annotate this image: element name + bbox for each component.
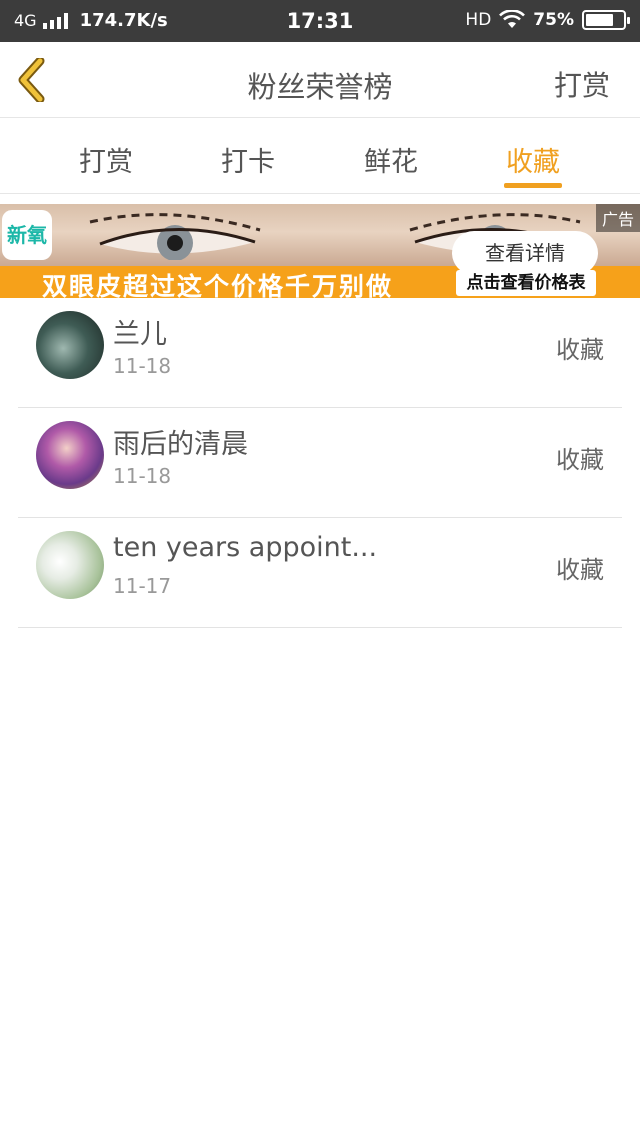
user-name: ten years appoint... xyxy=(113,532,378,563)
active-tab-indicator xyxy=(504,183,562,188)
item-action-label: 收藏 xyxy=(556,446,604,474)
user-name: 雨后的清晨 xyxy=(113,429,248,460)
battery-fill xyxy=(586,14,613,26)
reward-button[interactable]: 打赏 xyxy=(554,64,610,104)
avatar xyxy=(36,311,104,379)
status-right: HD 75% xyxy=(465,10,630,30)
item-date: 11-18 xyxy=(113,464,172,488)
list-item[interactable]: ten years appoint... 11-17 收藏 xyxy=(18,518,622,628)
tab-reward[interactable]: 打赏 xyxy=(46,140,166,179)
ad-price-button[interactable]: 点击查看价格表 xyxy=(456,270,596,296)
favorites-list: 兰儿 11-18 收藏 雨后的清晨 11-18 收藏 ten years app… xyxy=(18,298,622,628)
item-action-label: 收藏 xyxy=(556,556,604,584)
avatar xyxy=(36,421,104,489)
ad-banner[interactable]: 双眼皮超过这个价格千万别做 新氧 ✕ 广告 查看详情 点击查看价格表 xyxy=(0,204,640,298)
item-action-label: 收藏 xyxy=(556,336,604,364)
page-title: 粉丝荣誉榜 xyxy=(247,70,393,104)
avatar xyxy=(36,531,104,599)
item-date: 11-18 xyxy=(113,354,172,378)
battery-percent: 75% xyxy=(533,10,574,30)
tab-favorites[interactable]: 收藏 xyxy=(473,140,593,179)
user-name: 兰儿 xyxy=(113,319,167,350)
list-item[interactable]: 兰儿 11-18 收藏 xyxy=(18,298,622,408)
battery-icon xyxy=(582,10,630,30)
ad-tag: 广告 xyxy=(595,204,640,232)
eye-image xyxy=(89,213,261,260)
wifi-icon xyxy=(499,10,526,28)
hd-indicator: HD xyxy=(465,10,492,30)
nav-header: 粉丝荣誉榜 打赏 xyxy=(0,42,640,118)
item-date: 11-17 xyxy=(113,574,172,598)
close-icon[interactable]: ✕ xyxy=(2,206,24,228)
ad-caption: 双眼皮超过这个价格千万别做 xyxy=(42,272,394,298)
status-bar: 4G 174.7K/s 17:31 HD 75% xyxy=(0,0,640,42)
list-item[interactable]: 雨后的清晨 11-18 收藏 xyxy=(18,408,622,518)
ad-detail-button[interactable]: 查看详情 xyxy=(452,231,598,275)
tab-flowers[interactable]: 鲜花 xyxy=(331,140,451,179)
tab-checkin[interactable]: 打卡 xyxy=(188,140,308,179)
